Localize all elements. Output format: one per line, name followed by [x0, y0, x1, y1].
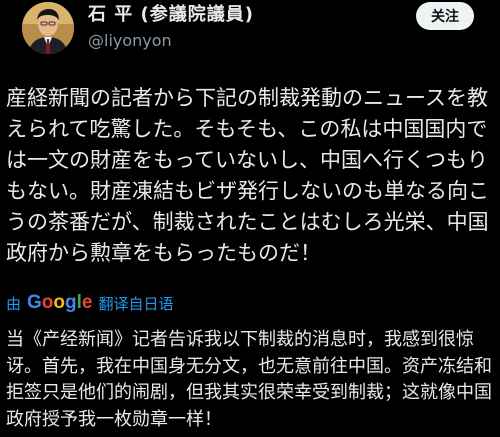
- translation-action-label: 翻译自日语: [98, 294, 174, 313]
- google-logo: Google: [27, 292, 93, 313]
- avatar[interactable]: [22, 2, 74, 54]
- post-text: 産経新聞の記者から下記の制裁発動のニュースを教えられて吃驚した。そもそも、この私…: [6, 86, 489, 265]
- translated-text: 当《产经新闻》记者告诉我以下制裁的消息时，我感到很惊讶。首先，我在中国身无分文，…: [6, 329, 492, 430]
- translation-toggle[interactable]: 由 Google 翻译自日语: [6, 292, 174, 314]
- author-handle[interactable]: @liyonyon: [88, 30, 254, 52]
- translation-by-label: 由: [6, 294, 22, 313]
- post-header: 石 平 (参議院議員) @liyonyon 关注: [16, 0, 484, 58]
- person-avatar-icon: [22, 2, 74, 54]
- author-names: 石 平 (参議院議員) @liyonyon: [88, 4, 254, 52]
- post-card: 石 平 (参議院議員) @liyonyon 关注 産経新聞の記者から下記の制裁発…: [0, 0, 500, 437]
- author-display-name[interactable]: 石 平 (参議院議員): [88, 4, 254, 26]
- follow-button[interactable]: 关注: [416, 2, 474, 30]
